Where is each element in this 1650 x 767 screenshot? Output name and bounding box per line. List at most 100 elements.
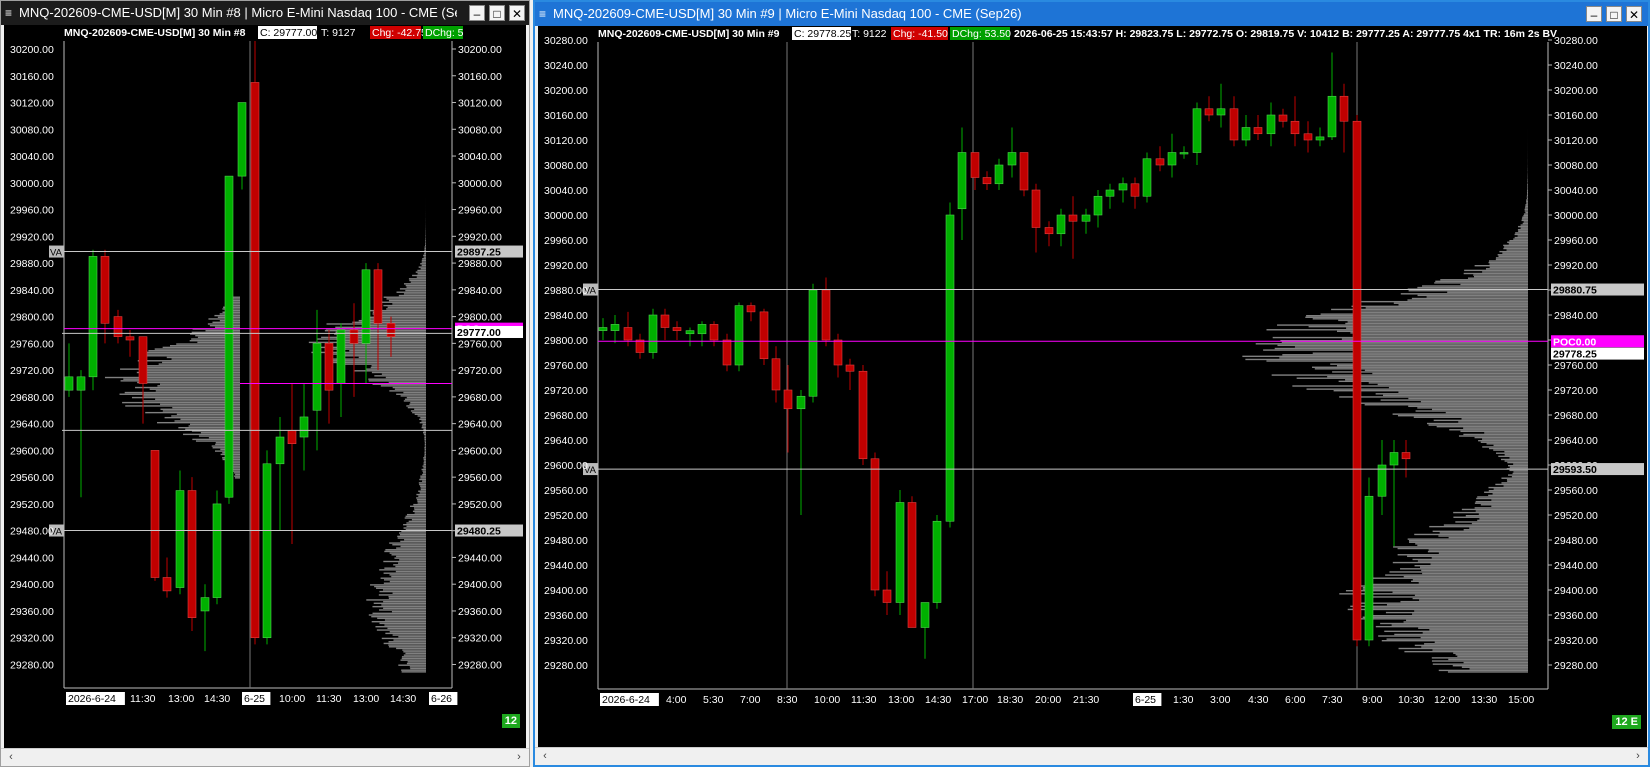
- time-label: 10:00: [814, 694, 840, 706]
- profile-bar: [1433, 419, 1528, 422]
- price-label-left: 29720.00: [10, 365, 54, 377]
- profile-bar: [1354, 602, 1528, 604]
- profile-bar: [367, 324, 426, 327]
- profile-bar: [1460, 430, 1528, 433]
- candle-body: [1229, 108, 1239, 141]
- chart-canvas[interactable]: VAVA MNQ-202609-CME-USD[M] 30 Min #9 C: …: [538, 26, 1647, 751]
- profile-bar: [394, 557, 426, 559]
- profile-bar: [1386, 638, 1528, 640]
- chart-window-right[interactable]: ≡ MNQ-202609-CME-USD[M] 30 Min #9 | Micr…: [533, 0, 1650, 767]
- profile-bar: [376, 629, 426, 631]
- close-icon[interactable]: ✕: [509, 5, 525, 21]
- time-label: 7:00: [740, 694, 761, 706]
- profile-bar: [234, 472, 240, 474]
- profile-bar: [420, 268, 426, 270]
- chevron-right-icon[interactable]: ›: [1631, 749, 1645, 763]
- price-label: 30000.00: [1554, 210, 1598, 222]
- price-label: 29360.00: [458, 606, 502, 618]
- price-label-left: 29840.00: [544, 310, 588, 322]
- maximize-icon[interactable]: □: [489, 5, 505, 21]
- price-chart[interactable]: VA VA MNQ-202609-CME-USD[M] 30 Min #9 C: …: [538, 26, 1647, 751]
- profile-bar: [1414, 565, 1528, 567]
- profile-bar: [1431, 557, 1528, 559]
- menu-icon[interactable]: ≡: [5, 1, 12, 25]
- minimize-icon[interactable]: –: [1586, 6, 1602, 22]
- profile-bar: [1312, 366, 1528, 368]
- profile-bar: [398, 562, 426, 564]
- profile-bar: [395, 565, 426, 568]
- profile-bar: [1526, 193, 1528, 195]
- profile-bar: [419, 478, 426, 481]
- profile-bar: [1463, 661, 1528, 664]
- profile-bar: [383, 296, 426, 298]
- price-label: 29720.00: [458, 365, 502, 377]
- profile-bar: [1478, 440, 1528, 442]
- price-label: 29280.00: [1554, 660, 1598, 672]
- profile-bar: [405, 289, 426, 292]
- price-label: 29920.00: [458, 231, 502, 243]
- horizontal-scrollbar[interactable]: ‹ ›: [535, 747, 1648, 765]
- profile-bar: [1312, 318, 1528, 320]
- profile-bar: [135, 386, 240, 389]
- profile-bar: [425, 243, 426, 245]
- horizontal-scrollbar[interactable]: ‹ ›: [1, 748, 529, 766]
- profile-bar: [418, 495, 426, 497]
- candle-body: [1377, 464, 1387, 497]
- minimize-icon[interactable]: –: [469, 5, 485, 21]
- price-label: 29280.00: [458, 659, 502, 671]
- price-label: 29400.00: [458, 579, 502, 591]
- profile-bar: [381, 373, 426, 375]
- profile-bar: [406, 286, 426, 288]
- profile-bar: [1271, 374, 1528, 376]
- profile-bar: [1407, 555, 1528, 558]
- profile-bar: [234, 477, 240, 479]
- candle-body: [100, 256, 110, 324]
- profile-bar: [1333, 390, 1528, 392]
- profile-bar: [422, 473, 426, 476]
- profile-bar: [1517, 235, 1528, 237]
- price-chart[interactable]: VA VA MNQ-202609-CME-USD[M] 30 Min #8 C: …: [4, 25, 526, 750]
- poc-label: POC0.00: [1553, 336, 1596, 348]
- profile-bar: [1492, 493, 1528, 495]
- profile-bar: [1407, 299, 1528, 301]
- last-price-label: 29778.25: [1553, 349, 1597, 361]
- candle-body: [672, 327, 682, 331]
- profile-bar: [416, 498, 426, 501]
- profile-bar: [1385, 611, 1528, 614]
- profile-bar: [392, 592, 426, 594]
- time-label: 9:00: [1362, 694, 1383, 706]
- profile-bar: [422, 432, 426, 434]
- profile-bar: [388, 597, 426, 599]
- chevron-left-icon[interactable]: ‹: [4, 750, 18, 764]
- va-low-label: 29480.25: [457, 526, 501, 538]
- chart-canvas[interactable]: VAVA MNQ-202609-CME-USD[M] 30 Min #8 C: …: [4, 25, 526, 750]
- profile-bar: [1488, 494, 1528, 497]
- title-bar[interactable]: ≡ MNQ-202609-CME-USD[M] 30 Min #9 | Micr…: [535, 2, 1648, 26]
- profile-bar: [1384, 630, 1528, 633]
- profile-bar: [1432, 530, 1528, 533]
- menu-icon[interactable]: ≡: [539, 2, 546, 26]
- chevron-right-icon[interactable]: ›: [512, 750, 526, 764]
- profile-bar: [1449, 429, 1528, 431]
- chevron-left-icon[interactable]: ‹: [538, 749, 552, 763]
- profile-bar: [338, 355, 426, 357]
- price-label-left: 30160.00: [544, 110, 588, 122]
- profile-bar: [405, 515, 426, 518]
- profile-bar: [1525, 211, 1528, 214]
- profile-bar: [1463, 433, 1528, 436]
- title-bar[interactable]: ≡ MNQ-202609-CME-USD[M] 30 Min #8 | Micr…: [1, 1, 529, 25]
- maximize-icon[interactable]: □: [1606, 6, 1622, 22]
- close-icon[interactable]: ✕: [1626, 6, 1642, 22]
- profile-bar: [1522, 222, 1528, 225]
- price-label-left: 29440.00: [10, 552, 54, 564]
- last-price-label: 29777.00: [457, 327, 501, 339]
- profile-bar: [392, 303, 426, 305]
- time-label: 11:30: [316, 693, 342, 705]
- profile-bar: [1482, 446, 1528, 448]
- chart-window-left[interactable]: ≡ MNQ-202609-CME-USD[M] 30 Min #8 | Micr…: [0, 0, 530, 767]
- profile-bar: [1525, 204, 1528, 206]
- price-label: 29840.00: [1554, 310, 1598, 322]
- profile-bar: [1477, 519, 1528, 522]
- profile-bar: [1493, 449, 1528, 451]
- candle-body: [349, 329, 359, 344]
